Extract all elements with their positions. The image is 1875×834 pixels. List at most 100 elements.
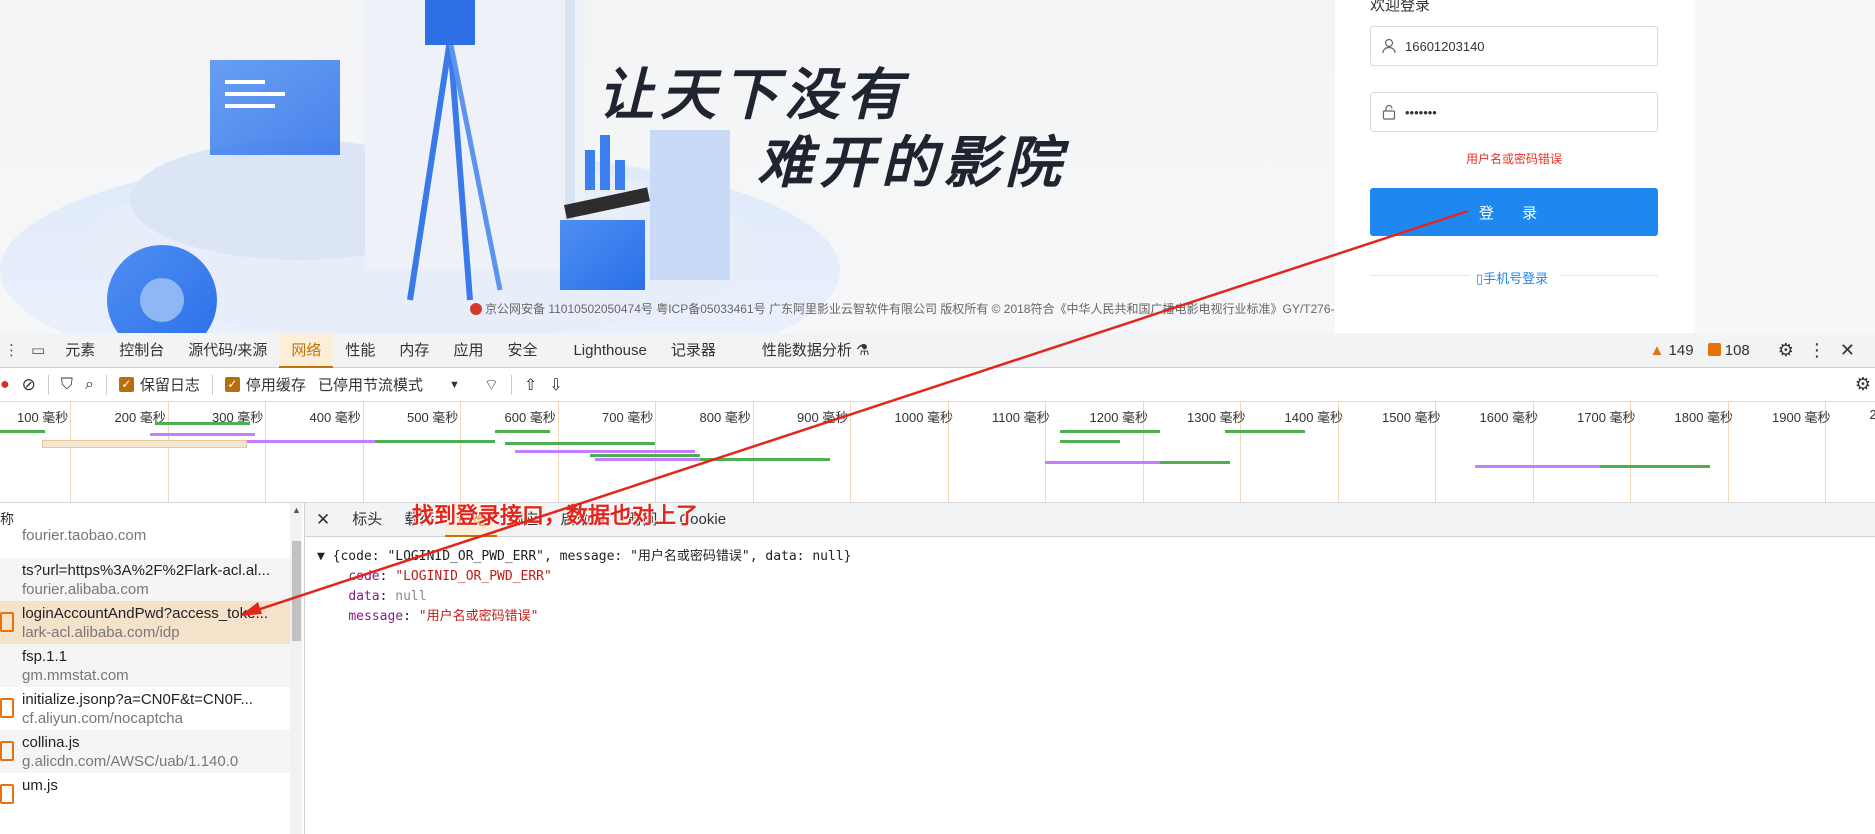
- request-name: collina.js: [22, 734, 80, 751]
- expand-triangle-icon[interactable]: ▼: [317, 549, 333, 564]
- preserve-log-checkbox[interactable]: ✓ 保留日志: [118, 374, 200, 395]
- timeline-label: 1200 毫秒: [1089, 410, 1149, 425]
- toolbar-separator: [211, 374, 213, 395]
- network-overview-timeline[interactable]: 100 毫秒 200 毫秒 300 毫秒 400 毫秒 500 毫秒 600 毫秒 700 …: [0, 402, 1875, 503]
- timeline-gridline: [460, 402, 461, 502]
- request-name: initialize.jsonp?a=CN0F&t=CN0F...: [22, 691, 253, 708]
- request-row[interactable]: initialize.jsonp?a=CN0F&t=CN0F... cf.aliy…: [0, 687, 290, 730]
- settings-gear-icon[interactable]: ⚙: [1778, 340, 1794, 361]
- request-row[interactable]: collina.js g.alicdn.com/AWSC/uab/1.140.0: [0, 730, 290, 773]
- import-har-icon[interactable]: ⇧: [524, 375, 537, 395]
- request-list-scroll-thumb[interactable]: [292, 541, 301, 641]
- devtools-panel: ⋮ ▭ 元素 控制台 源代码/来源 网络 性能 内存 应用 安全 Lighthouse 记录器 性能…: [0, 332, 1875, 834]
- close-devtools-icon[interactable]: ✕: [1840, 340, 1855, 361]
- issue-counters: ▲ 149 108 ⚙ ⋮ ✕: [1650, 333, 1856, 368]
- devtools-tab[interactable]: 控制台: [107, 333, 176, 368]
- record-icon[interactable]: ●: [0, 376, 10, 394]
- timeline-label: 500 毫秒: [407, 410, 459, 425]
- request-row[interactable]: loginAccountAndPwd?access_toke... lark-ac…: [0, 601, 290, 644]
- request-row[interactable]: fourier.taobao.com: [0, 525, 290, 549]
- devtools-tab[interactable]: 安全: [495, 333, 549, 368]
- waterfall-bar: [700, 458, 830, 461]
- request-host: fourier.taobao.com: [22, 527, 147, 544]
- issues-counter[interactable]: 108: [1707, 342, 1750, 359]
- checkbox-checked-icon: ✓: [224, 377, 240, 392]
- toolbar-separator: [105, 374, 107, 395]
- issue-icon: [1707, 343, 1721, 356]
- timeline-label: 400 毫秒: [309, 410, 361, 425]
- devtools-tab[interactable]: 源代码/来源: [176, 333, 279, 368]
- filter-icon[interactable]: ⛉: [61, 376, 73, 394]
- disable-cache-checkbox[interactable]: ✓ 停用缓存: [224, 374, 306, 395]
- devtools-tab[interactable]: 元素: [53, 333, 107, 368]
- checkbox-checked-icon: ✓: [118, 377, 134, 392]
- devtools-tab[interactable]: 记录器: [659, 333, 728, 368]
- devtools-tab[interactable]: 内存: [387, 333, 441, 368]
- preview-summary[interactable]: {code: "LOGINID_OR_PWD_ERR", message: "用…: [333, 549, 852, 564]
- request-host: cf.aliyun.com/nocaptcha: [22, 710, 183, 727]
- waterfall-bar: [590, 454, 700, 457]
- login-panel: 欢迎登录 16601203140 ••••••• 用户名或密码错误 登 录 ▯手…: [1335, 0, 1695, 333]
- clear-icon[interactable]: ⊘: [22, 375, 36, 395]
- request-name: fsp.1.1: [22, 648, 68, 665]
- timeline-gridline: [167, 402, 169, 502]
- json-value-message: "用户名或密码错误": [418, 609, 539, 624]
- export-har-icon[interactable]: ⇩: [549, 375, 562, 395]
- slogan-line-2: 难开的影院: [757, 131, 1067, 196]
- waterfall-bar: [495, 430, 550, 433]
- request-list: 称 fourier.taobao.com ts?url=https%3A%2F%2…: [0, 503, 305, 834]
- request-row[interactable]: um.js: [0, 773, 290, 816]
- request-row[interactable]: fsp.1.1 gm.mmstat.com: [0, 644, 290, 687]
- network-settings-gear-icon[interactable]: ⚙: [1855, 374, 1871, 395]
- devtools-tab[interactable]: Lighthouse: [561, 333, 658, 368]
- xhr-script-icon: [0, 698, 14, 718]
- json-key-code: code: [348, 569, 380, 584]
- username-field[interactable]: 16601203140: [1370, 26, 1658, 66]
- waterfall-bar: [1475, 465, 1600, 468]
- json-key-message: message: [348, 609, 404, 624]
- network-conditions-icon[interactable]: ⌔: [484, 375, 499, 395]
- devtools-tab[interactable]: 网络: [279, 332, 334, 368]
- device-toggle-icon[interactable]: ▭: [23, 333, 53, 368]
- screenshot-root: 让天下没有 难开的影院 京公网安备 11010502050474号 粤ICP备0…: [0, 0, 1875, 834]
- warning-icon: ▲: [1649, 342, 1665, 359]
- devtools-tab[interactable]: 性能数据分析 ⚗: [750, 333, 882, 368]
- waterfall-bar: [1060, 430, 1160, 433]
- scroll-up-icon[interactable]: ▲: [292, 505, 301, 515]
- search-icon[interactable]: ⌕: [85, 376, 94, 394]
- request-row[interactable]: ts?url=https%3A%2F%2Flark-acl.al... fouri…: [0, 558, 290, 601]
- warnings-counter[interactable]: ▲ 149: [1650, 342, 1694, 359]
- close-detail-icon[interactable]: ✕: [305, 503, 341, 537]
- timeline-gridline: [850, 402, 851, 502]
- phone-login-link[interactable]: ▯手机号登录: [1472, 268, 1553, 287]
- request-host: gm.mmstat.com: [22, 667, 129, 684]
- devtools-tab[interactable]: 应用: [441, 333, 495, 368]
- timeline-gridline: [752, 402, 754, 502]
- login-button[interactable]: 登 录: [1370, 188, 1658, 236]
- login-page: 让天下没有 难开的影院 京公网安备 11010502050474号 粤ICP备0…: [0, 0, 1875, 333]
- divider-right: [1560, 275, 1658, 276]
- lock-icon: [1382, 104, 1396, 120]
- request-name: um.js: [22, 777, 58, 794]
- request-host: fourier.alibaba.com: [22, 581, 149, 598]
- devtools-tab[interactable]: 性能: [333, 333, 387, 368]
- more-menu-icon[interactable]: ⋮: [1808, 340, 1826, 361]
- toolbar-separator: [47, 374, 49, 395]
- timeline-label: 1300 毫秒: [1187, 410, 1246, 425]
- password-field[interactable]: •••••••: [1370, 92, 1658, 132]
- inspect-icon[interactable]: ⋮: [0, 333, 23, 368]
- throttle-value: 已停用节流模式: [317, 377, 423, 394]
- timeline-label: 1700 毫秒: [1577, 410, 1636, 425]
- throttle-select[interactable]: 已停用节流模式 ▼: [318, 374, 460, 395]
- annotation-text: 找到登录接口，数据也对上了: [412, 503, 699, 528]
- police-badge-icon: [470, 303, 482, 315]
- issues-count: 108: [1724, 342, 1750, 359]
- waterfall-bar: [1600, 465, 1710, 468]
- password-value: •••••••: [1405, 104, 1437, 120]
- xhr-script-icon: [0, 741, 14, 761]
- detail-tab[interactable]: 标头: [341, 503, 393, 537]
- request-host: lark-acl.alibaba.com/idp: [22, 624, 180, 641]
- network-toolbar: ● ⊘ ⛉ ⌕ ✓ 保留日志 ✓ 停用缓存 已停用节流模式 ▼ ⌔ ⇧ ⇩ ⚙: [0, 368, 1875, 402]
- hero-banner: 让天下没有 难开的影院 京公网安备 11010502050474号 粤ICP备0…: [0, 0, 1361, 333]
- waterfall-bar: [515, 450, 695, 453]
